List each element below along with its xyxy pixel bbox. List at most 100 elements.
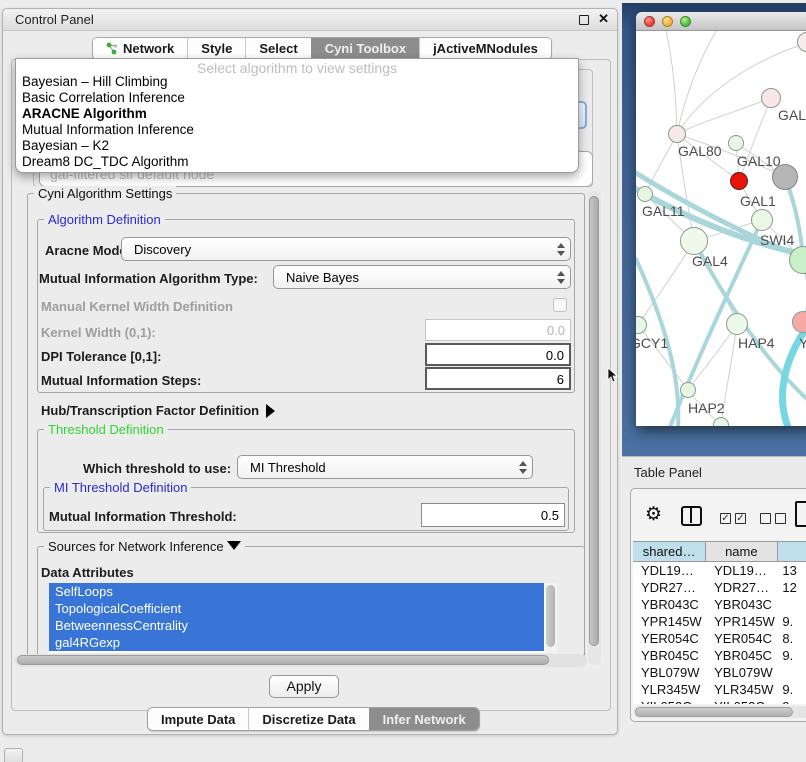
- table-row[interactable]: YBL079WYBL079W: [633, 664, 806, 681]
- node-label-gcy1: GCY1: [636, 335, 668, 351]
- manual-kernel-checkbox[interactable]: [553, 298, 567, 312]
- bottom-tab-impute-data[interactable]: Impute Data: [148, 708, 248, 730]
- which-threshold-label: Which threshold to use:: [83, 461, 231, 476]
- table-row[interactable]: YLR345WYLR345W9.: [633, 681, 806, 698]
- minimize-traffic-light-icon[interactable]: [662, 16, 673, 27]
- expand-triangle-icon[interactable]: [266, 404, 275, 418]
- settings-vertical-scrollbar[interactable]: [588, 191, 601, 665]
- mi-steps-field[interactable]: 6: [425, 367, 571, 390]
- dropdown-option-bayesian-hill-climbing[interactable]: Bayesian – Hill Climbing: [16, 74, 578, 90]
- dpi-tolerance-field[interactable]: 0.0: [425, 343, 571, 366]
- mi-threshold-label: Mutual Information Threshold:: [49, 509, 237, 524]
- table-cell: [777, 596, 806, 613]
- list-vertical-scrollbar[interactable]: [545, 583, 557, 653]
- network-node[interactable]: [680, 227, 708, 255]
- table-horizontal-scrollbar[interactable]: [633, 706, 806, 718]
- float-window-icon[interactable]: [579, 15, 589, 25]
- attribute-item-betweennesscentrality[interactable]: BetweennessCentrality: [49, 617, 544, 634]
- tab-style[interactable]: Style: [187, 38, 245, 59]
- table-row[interactable]: YBR045CYBR045C9.: [633, 647, 806, 664]
- table-cell: 9.: [777, 681, 806, 698]
- table-row[interactable]: YDL19…YDL19…13: [633, 562, 806, 579]
- table-cell: YIL052C: [633, 698, 706, 704]
- tab-label: Network: [123, 41, 174, 56]
- network-node[interactable]: [680, 382, 696, 398]
- table-cell: YDR27…: [706, 579, 777, 596]
- checked-checkbox-icon[interactable]: ✓: [720, 513, 731, 524]
- dropdown-option-basic-correlation-inference[interactable]: Basic Correlation Inference: [16, 90, 578, 106]
- network-node[interactable]: [726, 313, 748, 335]
- table-panel-title: Table Panel: [634, 465, 702, 480]
- tab-network[interactable]: Network: [93, 38, 187, 59]
- mi-threshold-field[interactable]: 0.5: [421, 503, 565, 527]
- mi-type-combo[interactable]: Naive Bayes: [273, 265, 571, 289]
- dropdown-option-mutual-information-inference[interactable]: Mutual Information Inference: [16, 122, 578, 138]
- manual-kernel-label: Manual Kernel Width Definition: [41, 299, 233, 314]
- zoom-traffic-light-icon[interactable]: [680, 16, 691, 27]
- close-traffic-light-icon[interactable]: [644, 16, 655, 27]
- table-row[interactable]: YER054CYER054C8.: [633, 630, 806, 647]
- scrollbar-thumb[interactable]: [635, 707, 793, 717]
- dropdown-option-dream8-dc-tdc-algorithm[interactable]: Dream8 DC_TDC Algorithm: [16, 154, 578, 170]
- columns-icon[interactable]: [681, 506, 702, 526]
- scrollbar-thumb[interactable]: [546, 585, 555, 647]
- network-node[interactable]: [713, 417, 729, 426]
- threshold-definition-title: Threshold Definition: [44, 422, 168, 437]
- which-threshold-combo[interactable]: MI Threshold: [237, 455, 533, 479]
- network-node[interactable]: [668, 125, 686, 143]
- stepper-arrows-icon: [556, 242, 565, 257]
- attribute-item-selfloops[interactable]: SelfLoops: [49, 583, 544, 600]
- cyni-settings-title: Cyni Algorithm Settings: [34, 186, 176, 201]
- dropdown-option-bayesian-k2[interactable]: Bayesian – K2: [16, 138, 578, 154]
- network-node[interactable]: [751, 209, 773, 231]
- scrollbar-thumb[interactable]: [589, 196, 599, 646]
- tab-cyni-toolbox[interactable]: Cyni Toolbox: [311, 38, 419, 59]
- table-row[interactable]: YPR145WYPR145W9.: [633, 613, 806, 630]
- dropdown-option-aracne-algorithm[interactable]: ARACNE Algorithm: [16, 106, 578, 122]
- unchecked-checkbox-icon[interactable]: [760, 513, 771, 524]
- stepper-arrows-icon: [518, 460, 527, 475]
- unchecked-checkbox-icon[interactable]: [775, 513, 786, 524]
- table-cell: YER054C: [633, 630, 706, 647]
- bottom-tab-infer-network[interactable]: Infer Network: [369, 708, 479, 730]
- table-panel: ⚙ ✓ ✓ shared…name YDL19…YDL19…13YDR27…YD…: [630, 488, 806, 722]
- sources-group-title: Sources for Network Inference: [44, 539, 245, 554]
- network-node[interactable]: [730, 172, 748, 190]
- table-row[interactable]: YIL052CYIL052C9: [633, 698, 806, 704]
- apply-button[interactable]: Apply: [269, 675, 339, 698]
- node-label-gal11: GAL11: [642, 203, 685, 219]
- table-row[interactable]: YBR043CYBR043C: [633, 596, 806, 613]
- attribute-item-topologicalcoefficient[interactable]: TopologicalCoefficient: [49, 600, 544, 617]
- network-node[interactable]: [761, 88, 781, 108]
- network-node[interactable]: [637, 186, 653, 202]
- column-header-2[interactable]: [778, 542, 806, 561]
- table-row[interactable]: YDR27…YDR27…12: [633, 579, 806, 596]
- node-label-gal1: GAL1: [740, 193, 776, 209]
- settings-horizontal-scrollbar[interactable]: [15, 654, 587, 667]
- hub-definition-toggle[interactable]: Hub/Transcription Factor Definition: [41, 403, 275, 418]
- aracne-mode-combo[interactable]: Discovery: [121, 237, 571, 261]
- network-window-titlebar[interactable]: [636, 12, 806, 31]
- collapse-triangle-icon[interactable]: [227, 541, 241, 550]
- data-attributes-label: Data Attributes: [41, 565, 134, 580]
- restore-panel-button[interactable]: [4, 748, 23, 762]
- table-header-row: shared…name: [633, 541, 806, 562]
- table-cell: YLR345W: [706, 681, 777, 698]
- tab-jactivemnodules[interactable]: jActiveMNodules: [419, 38, 551, 59]
- mi-type-value: Naive Bayes: [286, 270, 359, 285]
- checked-checkbox-icon[interactable]: ✓: [735, 513, 746, 524]
- attribute-item-gal4rgexp[interactable]: gal4RGexp: [49, 634, 544, 651]
- gear-icon[interactable]: ⚙: [645, 503, 662, 526]
- table-cell: YBL079W: [706, 664, 777, 681]
- bottom-tab-discretize-data[interactable]: Discretize Data: [248, 708, 368, 730]
- tab-select[interactable]: Select: [245, 38, 310, 59]
- column-header-shared-[interactable]: shared…: [633, 542, 706, 561]
- dropdown-prompt: Select algorithm to view settings: [16, 59, 578, 74]
- document-icon[interactable]: [795, 501, 806, 527]
- close-icon[interactable]: ✕: [598, 11, 609, 27]
- column-header-name[interactable]: name: [706, 542, 777, 561]
- table-cell: YDR27…: [633, 579, 706, 596]
- network-node[interactable]: [728, 135, 744, 151]
- scrollbar-thumb[interactable]: [17, 655, 549, 665]
- network-canvas[interactable]: GALGAL80GAL10GAL1GAL11SWI4GAL4GCY1HAP4YH…: [636, 31, 806, 426]
